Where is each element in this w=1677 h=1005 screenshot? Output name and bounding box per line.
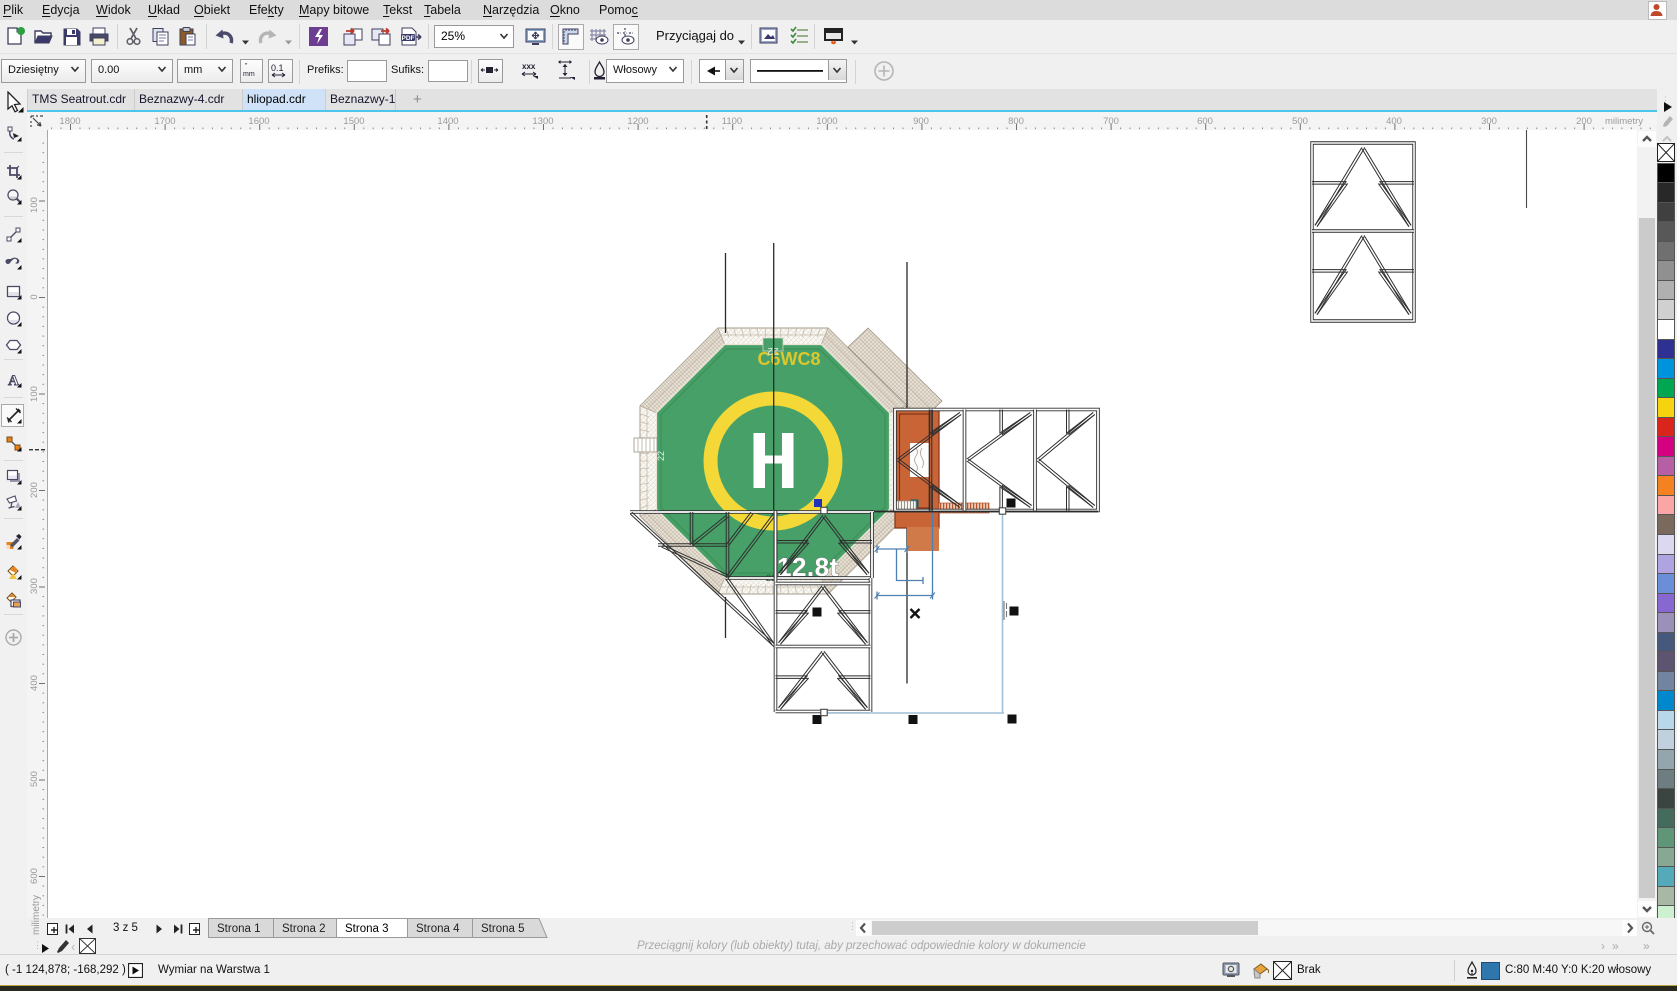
- svg-text:500: 500: [29, 771, 40, 787]
- svg-text:400: 400: [29, 675, 40, 691]
- svg-text:0: 0: [29, 294, 40, 299]
- svg-text:1200: 1200: [627, 116, 648, 127]
- svg-text:milimetry: milimetry: [1605, 116, 1643, 127]
- svg-text:C6WC8: C6WC8: [757, 349, 820, 369]
- svg-text:PDF: PDF: [402, 35, 415, 42]
- svg-text:22: 22: [767, 345, 779, 356]
- svg-text:A: A: [8, 373, 19, 388]
- svg-text:1500: 1500: [343, 116, 364, 127]
- svg-text:100: 100: [29, 386, 40, 402]
- svg-text:Strona 3: Strona 3: [345, 923, 388, 935]
- svg-text:Strona 4: Strona 4: [416, 923, 460, 935]
- svg-text:1000: 1000: [816, 116, 837, 127]
- svg-text:700: 700: [1103, 116, 1119, 127]
- svg-text:Strona 1: Strona 1: [217, 923, 260, 935]
- svg-text:600: 600: [1197, 116, 1213, 127]
- svg-text:1800: 1800: [59, 116, 80, 127]
- svg-text:xxx: xxx: [522, 62, 536, 71]
- svg-text:400: 400: [1386, 116, 1402, 127]
- svg-text:1600: 1600: [248, 116, 269, 127]
- svg-text:”: ”: [245, 63, 248, 70]
- svg-text:1400: 1400: [437, 116, 458, 127]
- svg-text:1700: 1700: [154, 116, 175, 127]
- svg-text:500: 500: [1292, 116, 1308, 127]
- svg-text:300: 300: [1481, 116, 1497, 127]
- svg-text:1300: 1300: [532, 116, 553, 127]
- svg-text:Strona 2: Strona 2: [282, 923, 325, 935]
- svg-text:0.1: 0.1: [271, 63, 284, 73]
- svg-text:22: 22: [656, 451, 666, 461]
- svg-text:200: 200: [29, 482, 40, 498]
- svg-text:100: 100: [29, 197, 40, 213]
- svg-text:200: 200: [1576, 116, 1592, 127]
- svg-text:Strona 5: Strona 5: [481, 923, 524, 935]
- svg-text:mm: mm: [243, 71, 255, 78]
- svg-text:1100: 1100: [722, 116, 742, 127]
- svg-text:600: 600: [29, 868, 40, 884]
- svg-text:800: 800: [1008, 116, 1024, 127]
- svg-text:300: 300: [29, 578, 40, 594]
- svg-text:900: 900: [913, 116, 929, 127]
